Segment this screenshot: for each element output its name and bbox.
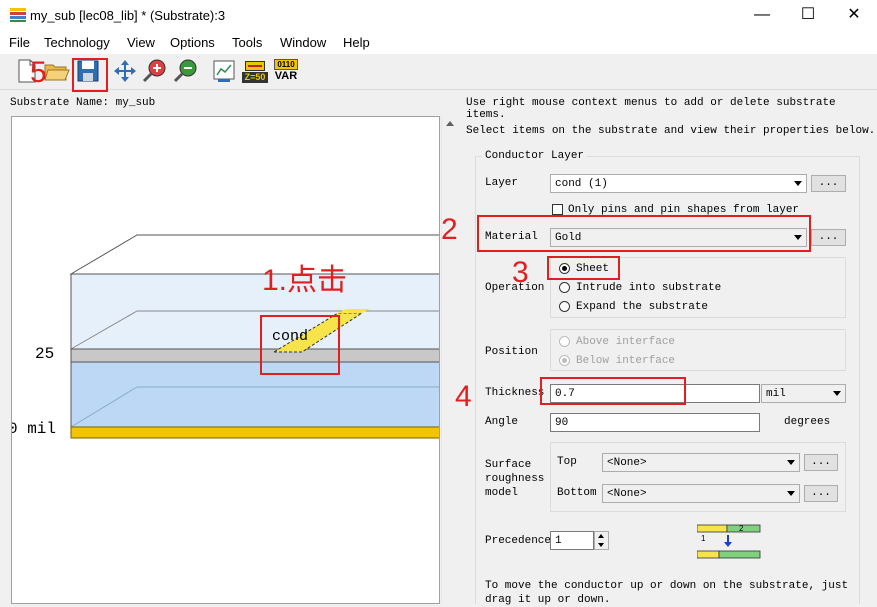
pos-above-label: Above interface bbox=[576, 336, 676, 348]
impedance-label: Z=50 bbox=[242, 72, 268, 83]
spin-down-icon[interactable] bbox=[598, 543, 604, 547]
toolbar: Z=50 0110 VAR bbox=[0, 55, 877, 90]
menu-file[interactable]: File bbox=[9, 35, 30, 50]
annotation-box-save bbox=[72, 58, 108, 92]
annotation-box-cond bbox=[260, 315, 340, 375]
position-label: Position bbox=[485, 346, 538, 358]
svg-text:2: 2 bbox=[739, 524, 744, 533]
variables-label: VAR bbox=[274, 70, 298, 82]
svg-text:1: 1 bbox=[701, 534, 706, 543]
thickness-label: Thickness bbox=[485, 387, 545, 399]
material-browse-button[interactable]: ... bbox=[811, 229, 846, 246]
layer-select[interactable]: cond (1) bbox=[550, 174, 807, 193]
op-expand-label: Expand the substrate bbox=[576, 301, 709, 313]
precedence-diagram-icon: 2 1 bbox=[697, 524, 761, 559]
op-intrude-label: Intrude into substrate bbox=[576, 282, 722, 294]
roughness-top-select[interactable]: <None> bbox=[602, 453, 800, 472]
roughness-label: Surface roughness model bbox=[485, 459, 545, 499]
roughness-bottom-label: Bottom bbox=[557, 487, 597, 499]
annotation-2: 2 bbox=[441, 213, 458, 246]
precedence-spinner[interactable] bbox=[594, 531, 609, 550]
zoom-in-icon[interactable] bbox=[141, 57, 169, 85]
lower-dielectric bbox=[70, 361, 439, 428]
menu-help[interactable]: Help bbox=[343, 35, 370, 50]
minimize-button[interactable]: — bbox=[739, 0, 785, 32]
canvas-scrollbar[interactable] bbox=[441, 116, 458, 604]
interface-band bbox=[70, 348, 439, 363]
annotation-4: 4 bbox=[455, 380, 472, 413]
chevron-down-icon bbox=[787, 491, 795, 496]
thickness-unit-select[interactable]: mil bbox=[761, 384, 846, 403]
impedance-icon[interactable]: Z=50 bbox=[242, 59, 268, 83]
op-intrude-radio[interactable] bbox=[559, 282, 570, 293]
substrate-name-label: Substrate Name: bbox=[10, 97, 110, 109]
ground-plane bbox=[70, 426, 439, 439]
menu-view[interactable]: View bbox=[127, 35, 155, 50]
tick-0-mil: 0 mil bbox=[11, 420, 57, 438]
window-title: my_sub [lec08_lib] * (Substrate):3 bbox=[30, 8, 226, 23]
chevron-down-icon bbox=[833, 391, 841, 396]
roughness-top-label: Top bbox=[557, 456, 577, 468]
pos-above-radio[interactable] bbox=[559, 336, 570, 347]
angle-unit: degrees bbox=[784, 416, 831, 428]
menu-tools[interactable]: Tools bbox=[232, 35, 262, 50]
only-pins-checkbox[interactable] bbox=[552, 204, 563, 215]
op-expand-radio[interactable] bbox=[559, 301, 570, 312]
tick-25: 25 bbox=[35, 345, 55, 363]
hint-select-items: Select items on the substrate and view t… bbox=[466, 125, 876, 137]
layer-label: Layer bbox=[485, 177, 519, 189]
chart-window-icon[interactable] bbox=[210, 57, 238, 85]
annotation-box-material bbox=[477, 215, 811, 252]
annotation-box-sheet bbox=[547, 256, 620, 280]
roughness-top-browse-button[interactable]: ... bbox=[804, 454, 838, 471]
substrate-canvas[interactable]: 25 0 mil cond bbox=[11, 116, 440, 604]
chevron-down-icon bbox=[787, 460, 795, 465]
annotation-1: 1.点击 bbox=[262, 264, 348, 297]
zoom-out-icon[interactable] bbox=[172, 57, 200, 85]
title-bar: my_sub [lec08_lib] * (Substrate):3 — ☐ ✕ bbox=[0, 0, 877, 32]
annotation-5: 5 bbox=[30, 56, 47, 89]
annotation-box-thickness bbox=[540, 377, 686, 405]
angle-label: Angle bbox=[485, 416, 519, 428]
menu-options[interactable]: Options bbox=[170, 35, 215, 50]
substrate-name: Substrate Name: my_sub bbox=[10, 97, 155, 109]
maximize-button[interactable]: ☐ bbox=[785, 0, 831, 32]
substrate-name-value: my_sub bbox=[115, 97, 156, 109]
menu-window[interactable]: Window bbox=[280, 35, 326, 50]
annotation-3: 3 bbox=[512, 256, 529, 289]
close-button[interactable]: ✕ bbox=[831, 0, 877, 32]
precedence-label: Precedence bbox=[485, 535, 552, 547]
pos-below-label: Below interface bbox=[576, 355, 676, 367]
pos-below-radio[interactable] bbox=[559, 355, 570, 366]
roughness-bottom-browse-button[interactable]: ... bbox=[804, 485, 838, 502]
hint-context-menu: Use right mouse context menus to add or … bbox=[466, 97, 836, 121]
spin-up-icon[interactable] bbox=[598, 534, 604, 538]
variables-bits: 0110 bbox=[274, 59, 298, 70]
chevron-down-icon bbox=[794, 181, 802, 186]
precedence-input[interactable]: 1 bbox=[550, 531, 594, 550]
roughness-bottom-select[interactable]: <None> bbox=[602, 484, 800, 503]
drag-hint: To move the conductor up or down on the … bbox=[485, 580, 849, 606]
angle-input[interactable]: 90 bbox=[550, 413, 760, 432]
group-title: Conductor Layer bbox=[482, 150, 588, 162]
substrate-drawing bbox=[69, 234, 439, 439]
app-icon bbox=[10, 8, 26, 22]
pan-arrows-icon[interactable] bbox=[111, 57, 139, 85]
variables-icon[interactable]: 0110 VAR bbox=[273, 59, 299, 83]
menu-bar: File Technology View Options Tools Windo… bbox=[0, 32, 877, 54]
substrate-top-face bbox=[69, 234, 439, 275]
menu-technology[interactable]: Technology bbox=[44, 35, 110, 50]
scroll-up-arrow-icon[interactable] bbox=[446, 121, 454, 126]
layer-browse-button[interactable]: ... bbox=[811, 175, 846, 192]
